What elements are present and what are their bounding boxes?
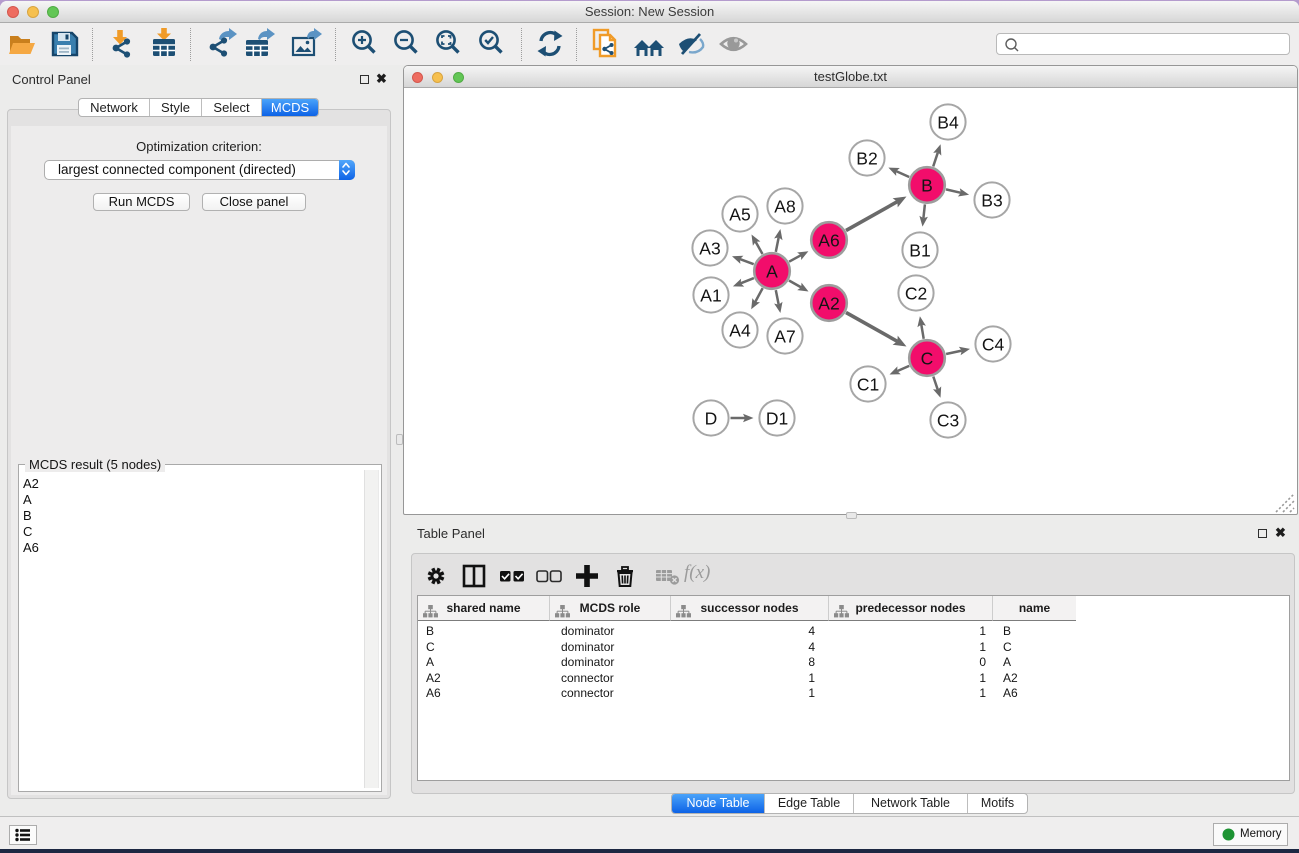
svg-text:B3: B3	[981, 191, 1002, 211]
svg-text:C: C	[921, 349, 934, 369]
svg-text:B4: B4	[937, 113, 959, 133]
svg-text:C2: C2	[905, 284, 927, 304]
svg-text:D: D	[705, 409, 718, 429]
svg-text:A6: A6	[818, 231, 839, 251]
svg-text:B: B	[921, 176, 933, 196]
svg-text:A4: A4	[729, 321, 751, 341]
svg-text:A2: A2	[818, 294, 839, 314]
svg-text:B2: B2	[856, 149, 877, 169]
svg-text:A: A	[766, 262, 778, 282]
svg-text:C3: C3	[937, 411, 959, 431]
svg-text:D1: D1	[766, 409, 788, 429]
svg-text:A8: A8	[774, 197, 795, 217]
svg-text:C4: C4	[982, 335, 1005, 355]
svg-text:B1: B1	[909, 241, 930, 261]
svg-text:A5: A5	[729, 205, 750, 225]
svg-text:A1: A1	[700, 286, 721, 306]
svg-text:A7: A7	[774, 327, 795, 347]
svg-text:A3: A3	[699, 239, 720, 259]
svg-text:C1: C1	[857, 375, 879, 395]
